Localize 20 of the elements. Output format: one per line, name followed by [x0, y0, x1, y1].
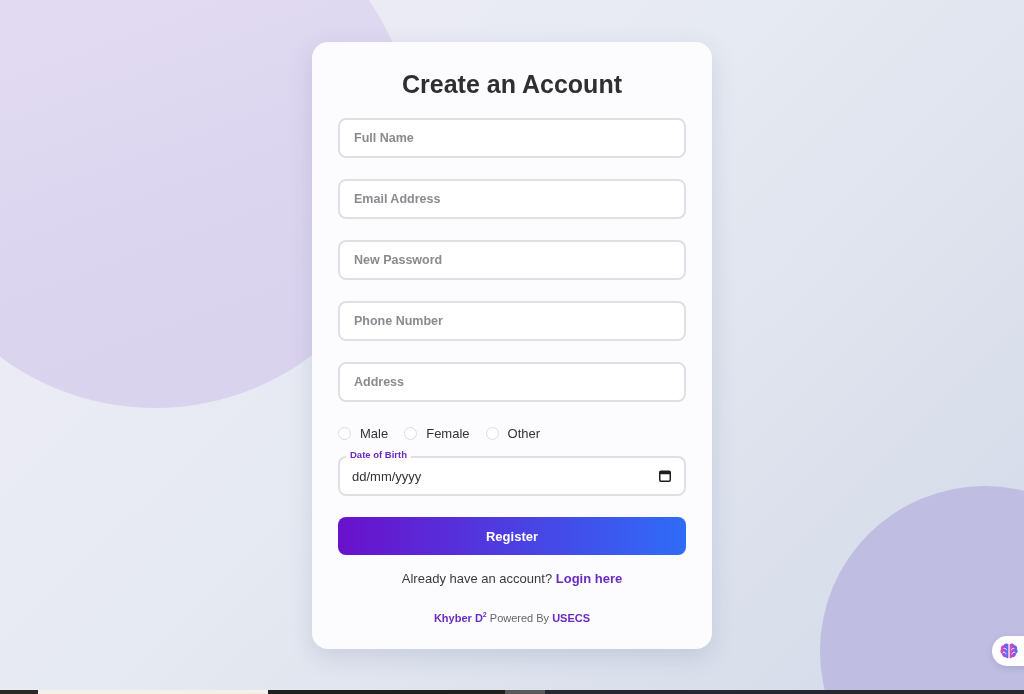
- radio-button[interactable]: [404, 426, 418, 440]
- footer-credit: Khyber D$^{2}$ Powered By USECS: [432, 610, 592, 625]
- radio-button[interactable]: [485, 426, 499, 440]
- brain-icon: [1000, 643, 1018, 659]
- calendar-icon[interactable]: [659, 470, 671, 482]
- register-button[interactable]: Register: [338, 517, 686, 555]
- login-prompt: Already have an account? Login here: [400, 571, 624, 587]
- text-input[interactable]: Phone Number: [338, 301, 686, 341]
- floating-button[interactable]: [992, 636, 1024, 666]
- radio-button[interactable]: [338, 426, 351, 440]
- radio-label: Other: [507, 425, 541, 441]
- radio-label: Female: [426, 425, 470, 441]
- text-input[interactable]: Full Name: [338, 118, 686, 158]
- login-link[interactable]: Login here: [555, 571, 623, 586]
- text-input[interactable]: Email Address: [338, 179, 686, 219]
- radio-label: Male: [360, 425, 389, 441]
- date-label: Date of Birth: [346, 449, 411, 461]
- text-input[interactable]: New Password: [338, 240, 686, 280]
- text-input[interactable]: Address: [338, 362, 686, 402]
- form-title: Create an Account: [401, 69, 623, 100]
